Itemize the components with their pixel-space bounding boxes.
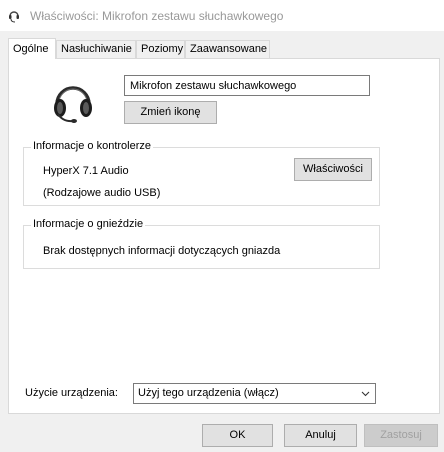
chevron-down-icon (361, 389, 370, 398)
tab-levels[interactable]: Poziomy (136, 40, 185, 58)
apply-button[interactable]: Zastosuj (364, 424, 438, 447)
cancel-button[interactable]: Anuluj (284, 424, 357, 447)
tab-advanced[interactable]: Zaawansowane (185, 40, 270, 58)
tab-strip: Ogólne Nasłuchiwanie Poziomy Zaawansowan… (8, 38, 440, 59)
headset-icon (49, 76, 97, 124)
title-bar[interactable]: Właściwości: Mikrofon zestawu słuchawkow… (0, 0, 444, 31)
device-usage-value: Użyj tego urządzenia (włącz) (138, 387, 279, 399)
tab-general[interactable]: Ogólne (8, 38, 56, 59)
window-title: Właściwości: Mikrofon zestawu słuchawkow… (30, 9, 284, 23)
general-panel: Zmień ikonę Informacje o kontrolerze Hyp… (8, 58, 440, 414)
tab-listen[interactable]: Nasłuchiwanie (56, 40, 136, 58)
jack-info-text: Brak dostępnych informacji dotyczących g… (43, 245, 281, 257)
device-usage-select[interactable]: Użyj tego urządzenia (włącz) (133, 383, 376, 404)
controller-info-group: Informacje o kontrolerze HyperX 7.1 Audi… (23, 140, 380, 206)
ok-button[interactable]: OK (202, 424, 273, 447)
microphone-icon (6, 7, 22, 23)
jack-info-group: Informacje o gnieździe Brak dostępnych i… (23, 218, 380, 269)
device-usage-label: Użycie urządzenia: (25, 387, 118, 399)
controller-driver: (Rodzajowe audio USB) (43, 187, 161, 199)
jack-info-legend: Informacje o gnieździe (31, 218, 146, 230)
controller-properties-button[interactable]: Właściwości (294, 158, 372, 181)
controller-info-legend: Informacje o kontrolerze (31, 140, 153, 152)
controller-name: HyperX 7.1 Audio (43, 165, 129, 177)
change-icon-button[interactable]: Zmień ikonę (124, 101, 217, 124)
device-name-input[interactable] (124, 75, 370, 96)
